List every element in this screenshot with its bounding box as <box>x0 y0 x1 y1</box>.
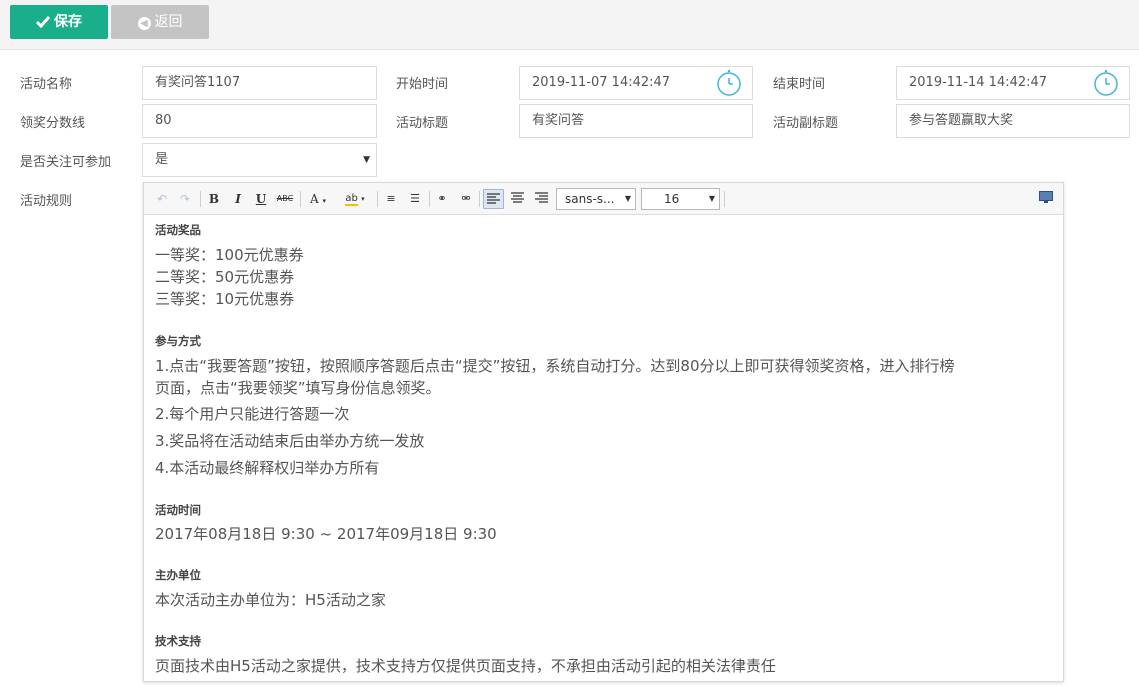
align-left-icon[interactable] <box>483 189 504 209</box>
toolbar-divider <box>200 191 201 207</box>
toolbar-divider <box>479 191 480 207</box>
back-button-label: 返回 <box>154 14 183 30</box>
content-line: 页面，点击“我要领奖”填写身份信息领奖。 <box>155 379 441 397</box>
stopwatch-icon[interactable] <box>1093 70 1119 96</box>
ordered-list-icon[interactable]: ≡ <box>382 189 400 209</box>
undo-icon[interactable]: ↶ <box>154 189 170 209</box>
underline-icon[interactable]: U <box>252 189 270 209</box>
content-line: 3.奖品将在活动结束后由举办方统一发放 <box>155 432 425 450</box>
activity-title-input[interactable]: 有奖问答 <box>519 104 753 138</box>
font-family-value: sans-s... <box>565 192 615 206</box>
link-icon[interactable]: ⚭ <box>433 189 451 209</box>
score-line-label: 领奖分数线 <box>20 116 86 131</box>
start-time-input[interactable]: 2019-11-07 14:42:47 <box>519 66 753 100</box>
follow-required-value: 是 <box>155 152 169 167</box>
toolbar-divider <box>300 191 301 207</box>
section-title: 主办单位 <box>155 568 201 582</box>
toolbar-divider <box>429 191 430 207</box>
redo-icon[interactable]: ↷ <box>177 189 193 209</box>
section-title: 技术支持 <box>155 634 201 648</box>
end-time-value: 2019-11-14 14:42:47 <box>909 75 1048 90</box>
font-size-value: 16 <box>664 192 680 206</box>
follow-required-select[interactable]: 是 ▼ <box>142 143 377 177</box>
follow-required-label: 是否关注可参加 <box>20 155 112 170</box>
bold-icon[interactable]: B <box>205 189 223 209</box>
save-button-label: 保存 <box>54 14 82 30</box>
activity-title-label: 活动标题 <box>396 116 449 131</box>
check-icon <box>35 7 51 41</box>
content-line: 本次活动主办单位为：H5活动之家 <box>155 591 386 609</box>
font-size-select[interactable]: 16 ▼ <box>641 188 720 210</box>
content-line: 页面技术由H5活动之家提供，技术支持方仅提供页面支持，不承担由活动引起的相关法律… <box>155 657 776 675</box>
editor-toolbar: ↶ ↷ B I U ABC A ▾ ab ▾ ≡ ☰ ⚭ ⚮ sans-s...… <box>144 183 1063 215</box>
italic-icon[interactable]: I <box>229 189 247 209</box>
rules-editor[interactable]: ↶ ↷ B I U ABC A ▾ ab ▾ ≡ ☰ ⚭ ⚮ sans-s...… <box>143 182 1064 682</box>
activity-name-input[interactable]: 有奖问答1107 <box>142 66 377 100</box>
score-line-value: 80 <box>155 113 172 128</box>
content-line: 2017年08月18日 9:30 ~ 2017年09月18日 9:30 <box>155 525 497 543</box>
activity-subtitle-label: 活动副标题 <box>773 116 839 131</box>
unlink-icon[interactable]: ⚮ <box>457 189 475 209</box>
content-line: 4.本活动最终解释权归举办方所有 <box>155 459 380 477</box>
toolbar-divider <box>377 191 378 207</box>
font-color-icon[interactable]: A ▾ <box>305 189 331 209</box>
content-line: 二等奖：50元优惠券 <box>155 268 295 286</box>
top-toolbar: 保存 ◀ 返回 <box>0 0 1139 50</box>
back-button[interactable]: ◀ 返回 <box>111 5 209 39</box>
highlight-color-icon[interactable]: ab ▾ <box>340 189 370 209</box>
end-time-input[interactable]: 2019-11-14 14:42:47 <box>896 66 1130 100</box>
section-title: 活动奖品 <box>155 223 201 237</box>
unordered-list-icon[interactable]: ☰ <box>406 189 424 209</box>
content-line: 2.每个用户只能进行答题一次 <box>155 405 350 423</box>
caret-down-icon: ▼ <box>363 155 370 165</box>
align-right-icon[interactable] <box>532 189 550 209</box>
content-line: 一等奖：100元优惠券 <box>155 246 304 264</box>
score-line-input[interactable]: 80 <box>142 104 377 138</box>
activity-subtitle-value: 参与答题赢取大奖 <box>909 113 1014 128</box>
activity-title-value: 有奖问答 <box>532 113 585 128</box>
toolbar-divider <box>724 191 725 207</box>
caret-down-icon: ▼ <box>708 194 715 203</box>
end-time-label: 结束时间 <box>773 77 826 92</box>
strikethrough-icon[interactable]: ABC <box>275 189 295 209</box>
start-time-label: 开始时间 <box>396 77 449 92</box>
fullscreen-icon[interactable] <box>1037 189 1055 209</box>
content-line: 三等奖：10元优惠券 <box>155 290 295 308</box>
font-family-select[interactable]: sans-s... ▼ <box>556 188 636 210</box>
activity-name-value: 有奖问答1107 <box>155 75 241 90</box>
rules-label: 活动规则 <box>20 194 73 209</box>
start-time-value: 2019-11-07 14:42:47 <box>532 75 671 90</box>
section-title: 参与方式 <box>155 334 201 348</box>
align-center-icon[interactable] <box>508 189 526 209</box>
section-title: 活动时间 <box>155 503 201 517</box>
activity-name-label: 活动名称 <box>20 77 73 92</box>
caret-down-icon: ▼ <box>624 194 631 203</box>
arrow-left-circle-icon: ◀ <box>137 17 151 30</box>
content-line: 1.点击“我要答题”按钮，按照顺序答题后点击“提交”按钮，系统自动打分。达到80… <box>155 357 955 375</box>
stopwatch-icon[interactable] <box>716 70 742 96</box>
activity-subtitle-input[interactable]: 参与答题赢取大奖 <box>896 104 1130 138</box>
save-button[interactable]: 保存 <box>10 5 108 39</box>
